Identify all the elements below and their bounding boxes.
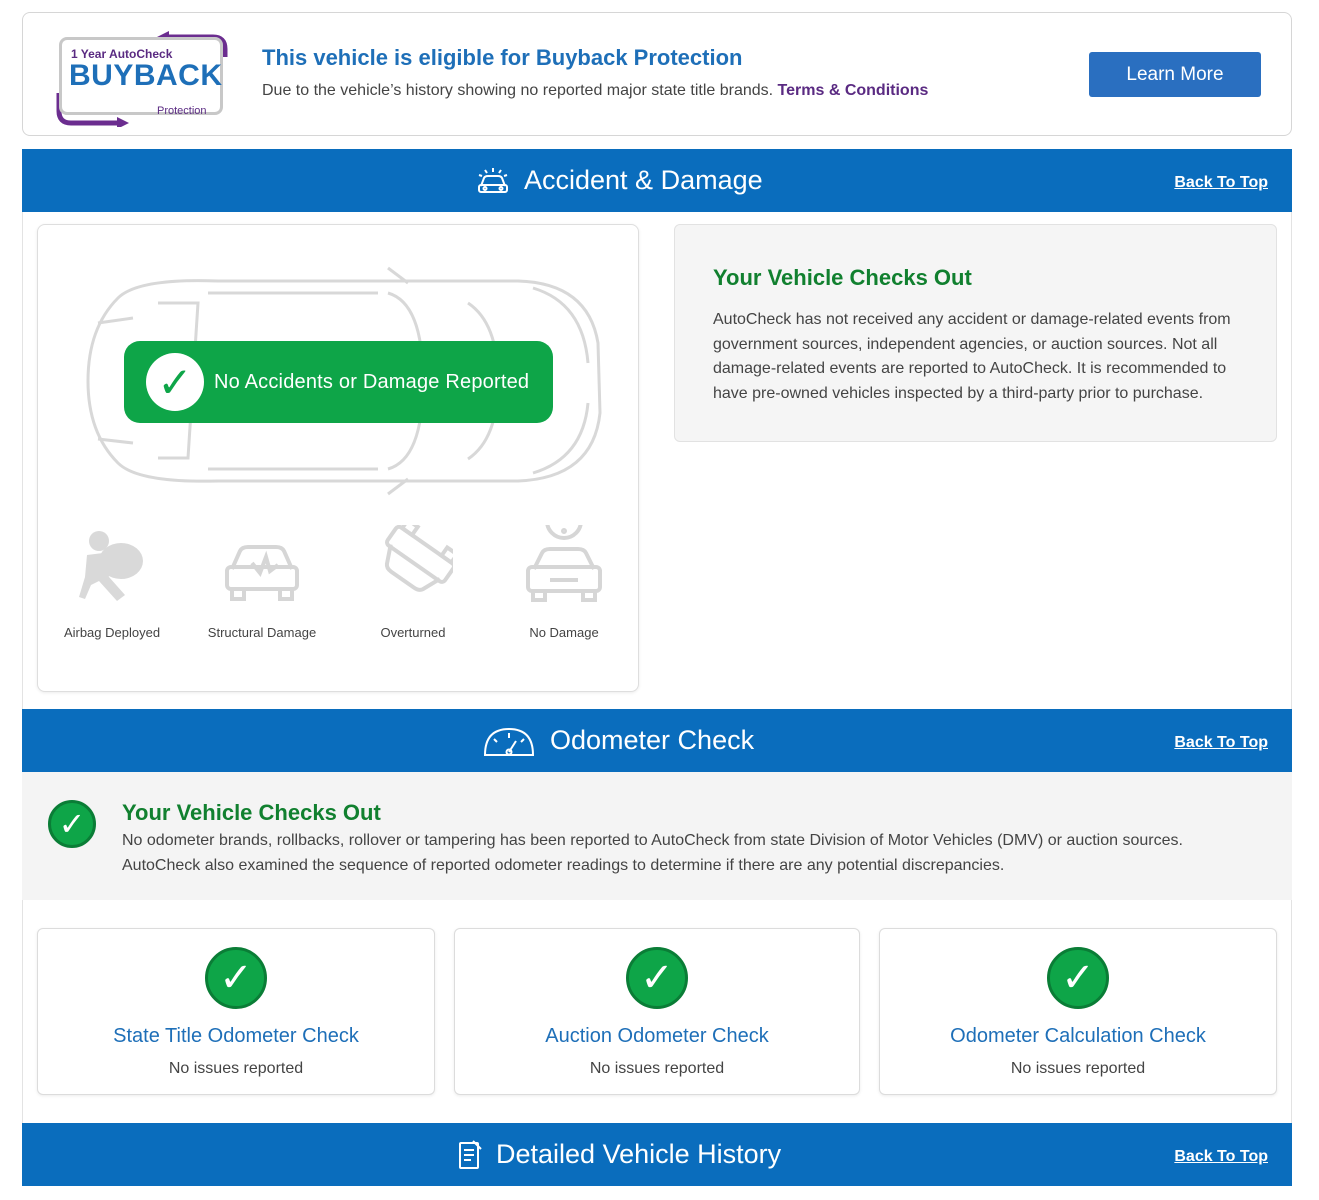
no-damage-icon	[526, 525, 602, 602]
accident-section-title: Accident & Damage	[524, 165, 763, 195]
odometer-back-to-top-link[interactable]: Back To Top	[1174, 734, 1268, 752]
history-section-header: Detailed Vehicle History Back To Top	[22, 1123, 1292, 1186]
damage-type-no-damage: No Damage	[499, 525, 629, 640]
damage-type-overturned: Overturned	[348, 525, 478, 640]
document-list-icon	[459, 1139, 482, 1169]
structural-damage-icon	[225, 545, 299, 601]
odometer-check-title: Auction Odometer Check	[545, 1025, 769, 1047]
odometer-section-title: Odometer Check	[550, 725, 755, 755]
odometer-check-title: State Title Odometer Check	[113, 1025, 359, 1047]
buyback-logo: 1 Year AutoCheck BUYBACK Protection	[53, 27, 231, 127]
accident-info-box: Your Vehicle Checks Out AutoCheck has no…	[674, 224, 1277, 442]
accident-info-text: AutoCheck has not received any accident …	[713, 311, 1231, 402]
no-accidents-status-text: No Accidents or Damage Reported	[214, 370, 530, 393]
buyback-logo-protection: Protection	[157, 105, 207, 117]
odometer-check-card: ✓ Odometer Calculation Check No issues r…	[879, 928, 1277, 1095]
check-circle-icon: ✓	[1047, 947, 1109, 1009]
damage-type-label: Airbag Deployed	[63, 625, 161, 640]
terms-conditions-link[interactable]: Terms & Conditions	[778, 82, 929, 99]
odometer-summary: ✓ Your Vehicle Checks Out No odometer br…	[22, 772, 1292, 900]
damage-type-label: Overturned	[380, 625, 446, 640]
overturned-car-icon	[384, 525, 453, 592]
damage-type-label: No Damage	[529, 625, 599, 640]
accident-info-title: Your Vehicle Checks Out	[713, 265, 972, 290]
odometer-section-header: Odometer Check Back To Top	[22, 709, 1292, 772]
odometer-check-status: No issues reported	[1010, 1060, 1146, 1077]
check-circle-icon: ✓	[626, 947, 688, 1009]
accident-section-header: Accident & Damage Back To Top	[22, 149, 1292, 212]
damage-type-label: Structural Damage	[207, 625, 317, 640]
check-icon: ✓	[146, 353, 204, 411]
odometer-check-card: ✓ State Title Odometer Check No issues r…	[37, 928, 435, 1095]
odometer-check-card: ✓ Auction Odometer Check No issues repor…	[454, 928, 860, 1095]
buyback-description: Due to the vehicle’s history showing no …	[262, 82, 928, 100]
history-section-title: Detailed Vehicle History	[496, 1139, 782, 1169]
airbag-icon	[79, 531, 143, 601]
damage-type-airbag: Airbag Deployed	[47, 525, 177, 640]
buyback-title: This vehicle is eligible for Buyback Pro…	[262, 45, 743, 70]
buyback-description-text: Due to the vehicle’s history showing no …	[262, 82, 774, 99]
buyback-logo-big: BUYBACK	[69, 59, 223, 92]
odometer-check-status: No issues reported	[168, 1060, 304, 1077]
check-circle-icon: ✓	[205, 947, 267, 1009]
history-back-to-top-link[interactable]: Back To Top	[1174, 1148, 1268, 1166]
no-accidents-status-pill: ✓ No Accidents or Damage Reported	[124, 341, 553, 423]
odometer-check-status: No issues reported	[589, 1060, 725, 1077]
accident-back-to-top-link[interactable]: Back To Top	[1174, 174, 1268, 192]
car-damage-icon	[478, 167, 508, 193]
odometer-summary-title: Your Vehicle Checks Out	[122, 800, 381, 825]
buyback-banner: 1 Year AutoCheck BUYBACK Protection This…	[22, 12, 1292, 136]
odometer-check-title: Odometer Calculation Check	[950, 1025, 1206, 1047]
odometer-summary-text: No odometer brands, rollbacks, rollover …	[122, 832, 1183, 874]
accident-diagram-card: ✓ No Accidents or Damage Reported Airbag…	[37, 224, 639, 692]
check-circle-icon: ✓	[48, 800, 96, 848]
odometer-gauge-icon	[483, 727, 535, 756]
damage-type-structural: Structural Damage	[197, 525, 327, 640]
learn-more-button[interactable]: Learn More	[1089, 52, 1261, 97]
